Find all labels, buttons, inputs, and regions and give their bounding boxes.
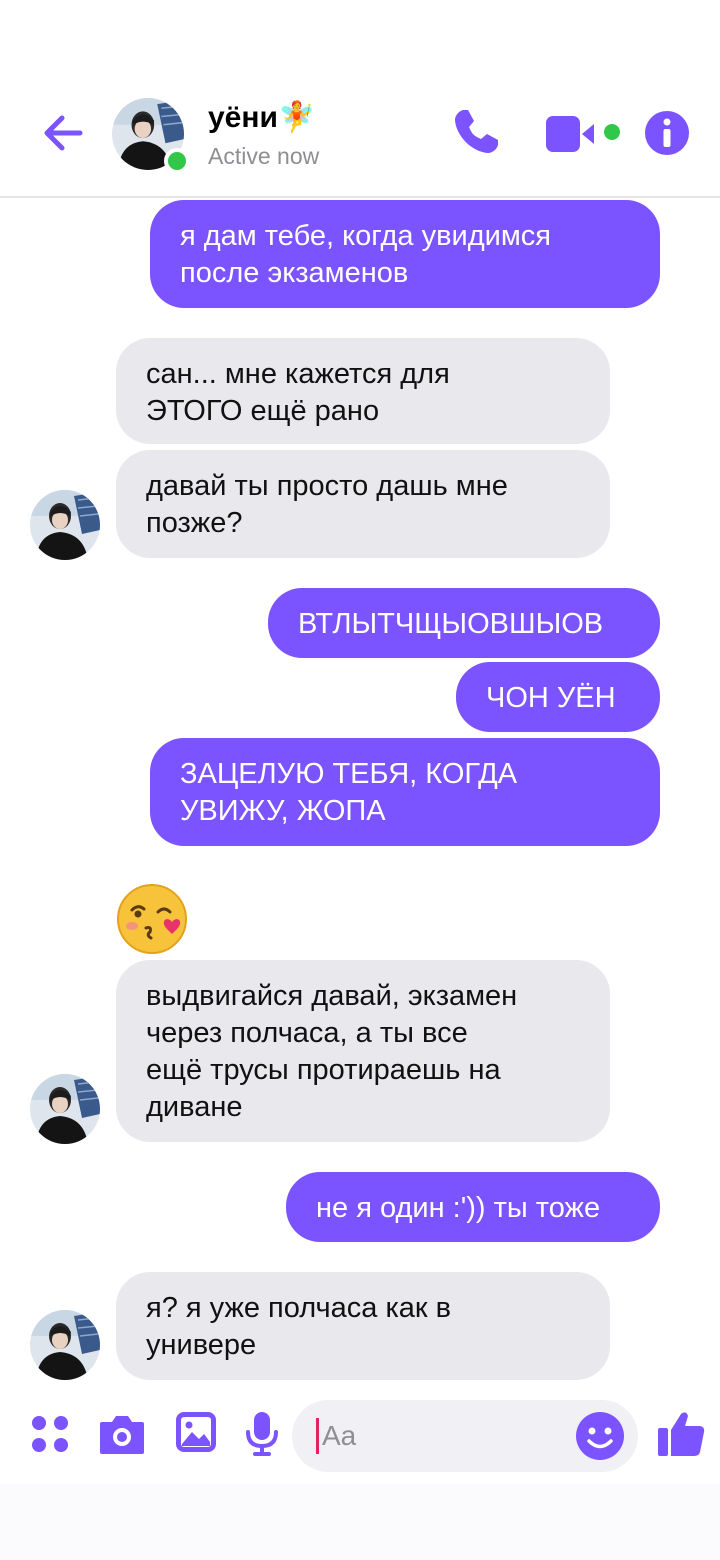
- video-camera-icon[interactable]: [544, 114, 624, 154]
- back-arrow-icon[interactable]: [38, 108, 88, 158]
- online-status-dot: [164, 148, 190, 174]
- camera-icon[interactable]: [98, 1412, 146, 1456]
- contact-name-text: уёни: [208, 101, 278, 134]
- message-composer: [0, 1392, 720, 1484]
- contact-avatar-small[interactable]: [30, 490, 100, 560]
- active-status: Active now: [208, 143, 320, 169]
- fairy-emoji-icon: 🧚: [277, 101, 316, 134]
- message-bubble-incoming[interactable]: давай ты просто дашь мне позже?: [116, 450, 610, 558]
- message-bubble-incoming[interactable]: я? я уже полчаса как в универе: [116, 1272, 610, 1380]
- message-bubble-outgoing[interactable]: ЗАЦЕЛУЮ ТЕБЯ, КОГДА УВИЖУ, ЖОПА: [150, 738, 660, 846]
- message-bubble-incoming[interactable]: выдвигайся давай, экзамен через полчаса,…: [116, 960, 610, 1142]
- info-icon[interactable]: [644, 110, 690, 156]
- thumbs-up-icon[interactable]: [656, 1408, 706, 1458]
- message-bubble-incoming[interactable]: сан... мне кажется для ЭТОГО ещё рано: [116, 338, 610, 444]
- contact-name[interactable]: уёни🧚: [208, 100, 315, 135]
- smiley-icon[interactable]: [574, 1410, 626, 1462]
- message-input-container[interactable]: [292, 1400, 638, 1472]
- message-bubble-outgoing[interactable]: я дам тебе, когда увидимся после экзамен…: [150, 200, 660, 308]
- message-input[interactable]: [322, 1414, 572, 1458]
- message-bubble-outgoing[interactable]: не я один :')) ты тоже: [286, 1172, 660, 1242]
- image-icon[interactable]: [174, 1410, 218, 1454]
- bottom-spacer: [0, 1484, 720, 1560]
- message-bubble-outgoing[interactable]: ЧОН УЁН: [456, 662, 660, 732]
- text-cursor: [316, 1418, 319, 1454]
- phone-icon[interactable]: [450, 106, 502, 158]
- contact-avatar[interactable]: [112, 98, 190, 174]
- kiss-emoji-icon[interactable]: [116, 882, 190, 956]
- message-thread[interactable]: я дам тебе, когда увидимся после экзамен…: [0, 200, 720, 1390]
- contact-avatar-small[interactable]: [30, 1310, 100, 1380]
- apps-grid-icon[interactable]: [30, 1414, 70, 1454]
- message-bubble-outgoing[interactable]: ВТЛЫТЧЩЫОВШЫОВ: [268, 588, 660, 658]
- chat-header: уёни🧚 Active now: [0, 0, 720, 198]
- contact-avatar-small[interactable]: [30, 1074, 100, 1144]
- microphone-icon[interactable]: [244, 1410, 280, 1458]
